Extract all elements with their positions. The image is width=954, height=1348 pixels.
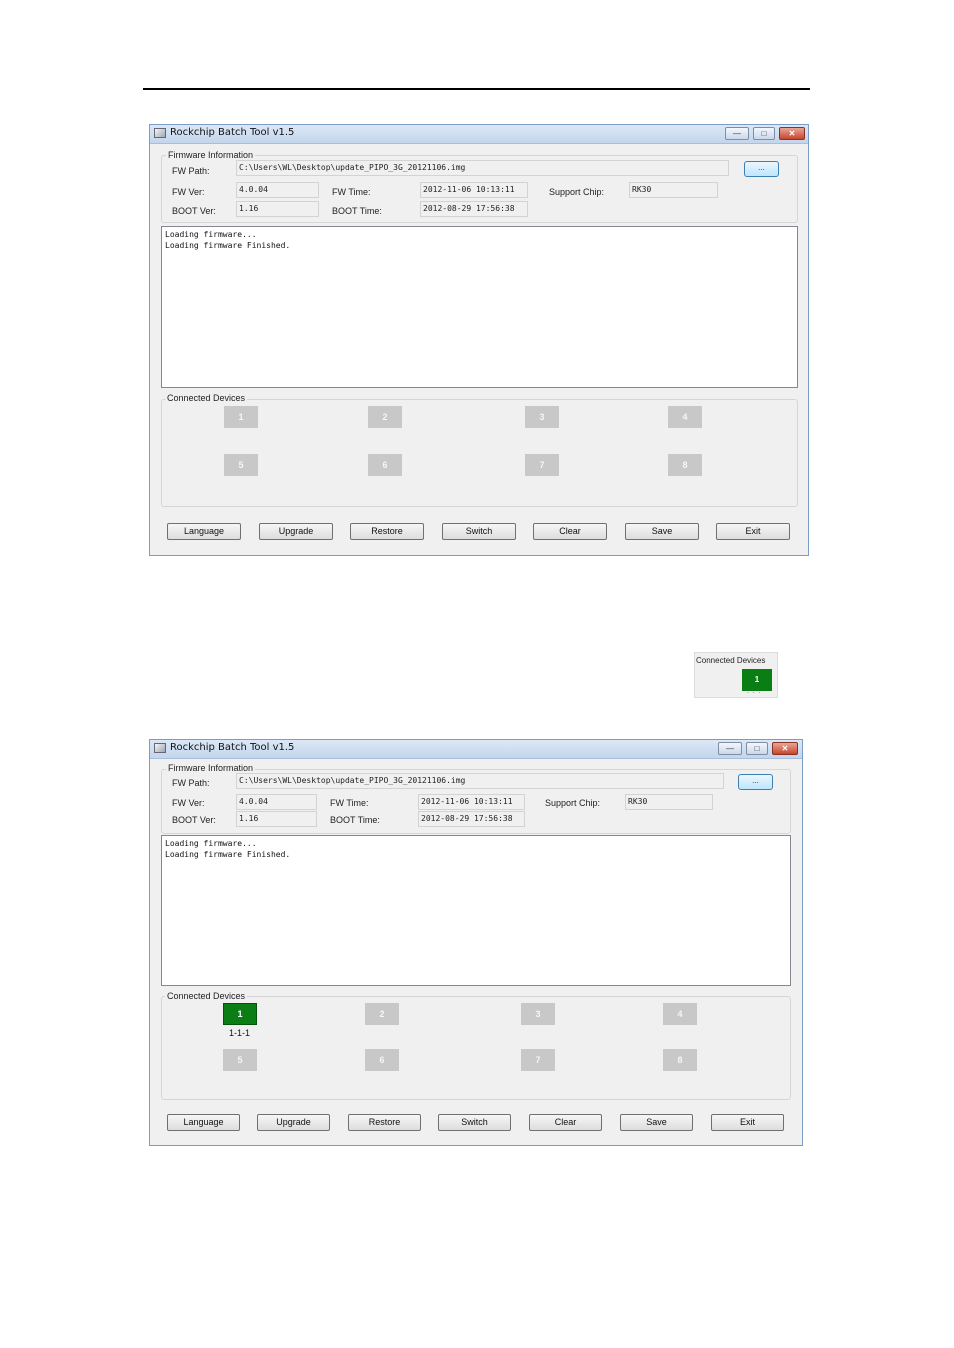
boot-time-field[interactable]: 2012-08-29 17:56:38 — [420, 201, 528, 217]
boot-ver-label: BOOT Ver: — [172, 815, 216, 825]
fw-path-field[interactable]: C:\Users\WL\Desktop\update_PIPO_3G_20121… — [236, 773, 724, 789]
log-output[interactable]: Loading firmware... Loading firmware Fin… — [161, 835, 791, 986]
language-button[interactable]: Language — [167, 1114, 240, 1131]
fw-ver-label: FW Ver: — [172, 187, 205, 197]
connected-device-snippet: Connected Devices 1 · · · — [694, 652, 778, 698]
minimize-button[interactable]: — — [725, 127, 749, 140]
device-location-label: 1-1-1 — [229, 1028, 251, 1038]
browse-button[interactable]: ... — [738, 774, 773, 790]
device-slot-5[interactable]: 5 — [223, 1049, 257, 1071]
support-chip-label: Support Chip: — [549, 187, 605, 197]
boot-time-label: BOOT Time: — [332, 206, 382, 216]
firmware-info-label: Firmware Information — [166, 763, 256, 773]
browse-button[interactable]: ... — [744, 161, 779, 177]
device-slot-3[interactable]: 3 — [525, 406, 559, 428]
device-slot-7[interactable]: 7 — [521, 1049, 555, 1071]
title-bar[interactable]: Rockchip Batch Tool v1.5 — □ ✕ — [150, 740, 802, 759]
device-slot-7[interactable]: 7 — [525, 454, 559, 476]
window-title: Rockchip Batch Tool v1.5 — [170, 742, 295, 753]
fw-ver-field[interactable]: 4.0.04 — [236, 182, 319, 198]
close-button[interactable]: ✕ — [779, 127, 805, 140]
boot-time-field[interactable]: 2012-08-29 17:56:38 — [418, 811, 525, 827]
support-chip-field[interactable]: RK30 — [625, 794, 713, 810]
boot-ver-field[interactable]: 1.16 — [236, 201, 319, 217]
maximize-button[interactable]: □ — [753, 127, 775, 140]
save-button[interactable]: Save — [620, 1114, 693, 1131]
app-icon — [154, 743, 166, 753]
upgrade-button[interactable]: Upgrade — [259, 523, 333, 540]
save-button[interactable]: Save — [625, 523, 699, 540]
fw-time-label: FW Time: — [330, 798, 369, 808]
connected-devices-label: Connected Devices — [165, 991, 248, 1001]
log-line: Loading firmware Finished. — [165, 241, 291, 250]
language-button[interactable]: Language — [167, 523, 241, 540]
batch-tool-window-2: Rockchip Batch Tool v1.5 — □ ✕ Firmware … — [149, 739, 803, 1146]
exit-button[interactable]: Exit — [716, 523, 790, 540]
page-top-rule — [143, 88, 810, 90]
title-bar[interactable]: Rockchip Batch Tool v1.5 — □ ✕ — [150, 125, 808, 144]
exit-button[interactable]: Exit — [711, 1114, 784, 1131]
fw-path-label: FW Path: — [172, 778, 210, 788]
log-line: Loading firmware Finished. — [165, 850, 291, 859]
device-slot-4[interactable]: 4 — [668, 406, 702, 428]
device-slot-2[interactable]: 2 — [365, 1003, 399, 1025]
switch-button[interactable]: Switch — [442, 523, 516, 540]
connected-devices-label: Connected Devices — [165, 393, 248, 403]
fw-ver-label: FW Ver: — [172, 798, 205, 808]
fw-ver-field[interactable]: 4.0.04 — [236, 794, 317, 810]
device-slot-4[interactable]: 4 — [663, 1003, 697, 1025]
snippet-label: Connected Devices — [696, 656, 766, 665]
device-slot-3[interactable]: 3 — [521, 1003, 555, 1025]
upgrade-button[interactable]: Upgrade — [257, 1114, 330, 1131]
fw-time-label: FW Time: — [332, 187, 371, 197]
device-slot-6[interactable]: 6 — [368, 454, 402, 476]
fw-path-label: FW Path: — [172, 166, 210, 176]
log-line: Loading firmware... — [165, 230, 257, 239]
clear-button[interactable]: Clear — [529, 1114, 602, 1131]
support-chip-label: Support Chip: — [545, 798, 601, 808]
device-slot-2[interactable]: 2 — [368, 406, 402, 428]
device-slot-5[interactable]: 5 — [224, 454, 258, 476]
boot-ver-label: BOOT Ver: — [172, 206, 216, 216]
window-title: Rockchip Batch Tool v1.5 — [170, 127, 295, 138]
fw-time-field[interactable]: 2012-11-06 10:13:11 — [418, 794, 525, 810]
support-chip-field[interactable]: RK30 — [629, 182, 718, 198]
restore-button[interactable]: Restore — [348, 1114, 421, 1131]
fw-path-field[interactable]: C:\Users\WL\Desktop\update_PIPO_3G_20121… — [236, 160, 729, 176]
device-slot-1[interactable]: 1 — [224, 406, 258, 428]
log-line: Loading firmware... — [165, 839, 257, 848]
boot-time-label: BOOT Time: — [330, 815, 380, 825]
device-slot-8[interactable]: 8 — [663, 1049, 697, 1071]
minimize-button[interactable]: — — [718, 742, 742, 755]
device-slot-8[interactable]: 8 — [668, 454, 702, 476]
clear-button[interactable]: Clear — [533, 523, 607, 540]
app-icon — [154, 128, 166, 138]
restore-button[interactable]: Restore — [350, 523, 424, 540]
log-output[interactable]: Loading firmware... Loading firmware Fin… — [161, 226, 798, 388]
device-slot-1-connected[interactable]: 1 — [223, 1003, 257, 1025]
device-slot-6[interactable]: 6 — [365, 1049, 399, 1071]
snippet-trailing: · · · — [747, 690, 762, 696]
maximize-button[interactable]: □ — [746, 742, 768, 755]
snippet-device-1: 1 — [742, 669, 772, 691]
firmware-info-label: Firmware Information — [166, 150, 256, 160]
batch-tool-window-1: Rockchip Batch Tool v1.5 — □ ✕ Firmware … — [149, 124, 809, 556]
close-button[interactable]: ✕ — [772, 742, 798, 755]
fw-time-field[interactable]: 2012-11-06 10:13:11 — [420, 182, 528, 198]
switch-button[interactable]: Switch — [438, 1114, 511, 1131]
boot-ver-field[interactable]: 1.16 — [236, 811, 317, 827]
